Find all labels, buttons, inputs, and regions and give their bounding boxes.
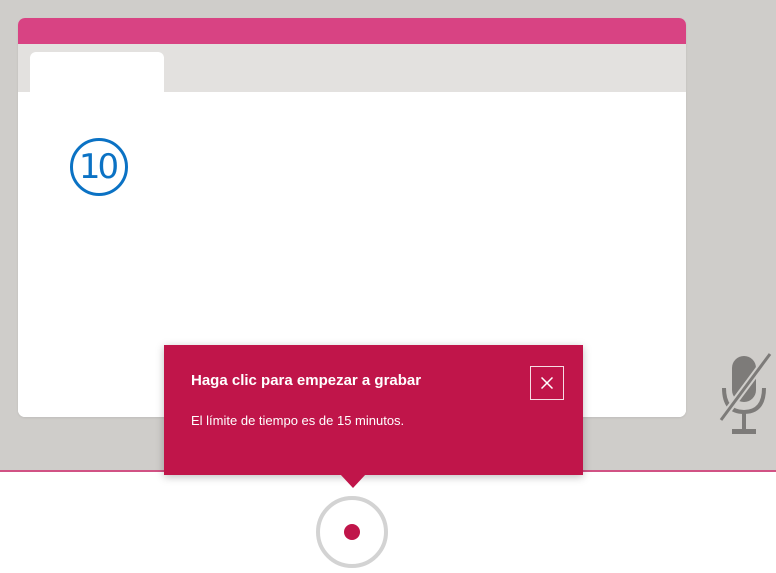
- close-icon: [541, 377, 553, 389]
- microphone-muted-icon[interactable]: [718, 352, 774, 438]
- window-title-bar: [18, 18, 686, 44]
- tooltip-message: El límite de tiempo es de 15 minutos.: [191, 413, 405, 428]
- tooltip-pointer: [340, 474, 366, 488]
- start-recording-tooltip: Haga clic para empezar a grabar El límit…: [164, 345, 583, 475]
- window-active-tab: [30, 52, 164, 112]
- step-number-badge: 10: [70, 138, 128, 196]
- tooltip-close-button[interactable]: [530, 366, 564, 400]
- tooltip-title: Haga clic para empezar a grabar: [191, 372, 422, 389]
- record-button[interactable]: [316, 496, 388, 568]
- recording-screen: 10 Haga clic para empezar a grabar El lí…: [0, 0, 776, 573]
- record-dot-icon: [344, 524, 360, 540]
